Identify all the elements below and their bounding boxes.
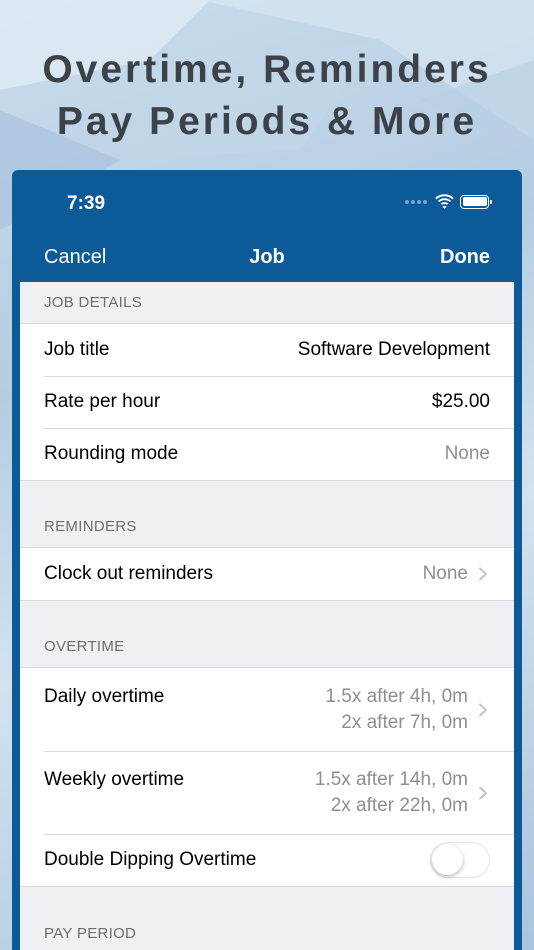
weekly-overtime-line1: 1.5x after 14h, 0m: [314, 769, 468, 790]
job-title-value[interactable]: Software Development: [298, 339, 490, 361]
daily-overtime-line1: 1.5x after 4h, 0m: [325, 686, 468, 707]
job-settings-table[interactable]: JOB DETAILS Job title Software Developme…: [20, 282, 514, 950]
chevron-right-icon: [479, 703, 487, 717]
clock-out-reminders-value: None: [422, 563, 468, 584]
weekly-overtime-label: Weekly overtime: [44, 769, 185, 790]
status-icons: [405, 194, 492, 209]
clock-out-reminders-label: Clock out reminders: [44, 563, 213, 584]
rate-per-hour-row[interactable]: Rate per hour $25.00: [20, 376, 514, 428]
signal-icon: [405, 199, 427, 204]
rounding-mode-label: Rounding mode: [44, 443, 179, 464]
toggle-knob: [432, 844, 463, 875]
navigation-bar: Cancel Job Done: [12, 238, 522, 282]
clock-out-reminders-accessory: None: [423, 563, 490, 585]
phone-screen: 7:39 Cancel Job Done JOB DETAILS Job tit…: [12, 170, 522, 950]
clock-out-reminders-row[interactable]: Clock out reminders None: [20, 548, 514, 600]
weekly-overtime-row[interactable]: Weekly overtime 1.5x after 14h, 0m 2x af…: [20, 751, 514, 834]
status-time: 7:39: [67, 193, 106, 214]
rate-per-hour-value[interactable]: $25.00: [432, 391, 490, 413]
job-details-group: Job title Software Development Rate per …: [20, 324, 514, 481]
rounding-mode-row[interactable]: Rounding mode None: [20, 428, 514, 480]
cancel-button[interactable]: Cancel: [44, 246, 106, 269]
section-header-overtime: OVERTIME: [20, 626, 514, 668]
daily-overtime-accessory: 1.5x after 4h, 0m 2x after 7h, 0m: [325, 684, 490, 736]
double-dipping-overtime-label: Double Dipping Overtime: [44, 849, 257, 870]
promo-headline-line1: Overtime, Reminders: [42, 48, 492, 91]
daily-overtime-line2: 2x after 7h, 0m: [341, 712, 468, 733]
done-button[interactable]: Done: [440, 246, 490, 269]
weekly-overtime-accessory: 1.5x after 14h, 0m 2x after 22h, 0m: [315, 767, 490, 819]
section-header-pay-period: PAY PERIOD: [44, 924, 137, 942]
promo-headline-line2: Pay Periods & More: [56, 100, 478, 143]
daily-overtime-value: 1.5x after 4h, 0m 2x after 7h, 0m: [325, 684, 468, 736]
reminders-group: Clock out reminders None: [20, 548, 514, 601]
battery-icon: [460, 194, 492, 209]
status-bar: 7:39: [12, 170, 522, 238]
section-header-reminders: REMINDERS: [20, 506, 514, 548]
daily-overtime-label: Daily overtime: [44, 686, 165, 707]
double-dipping-overtime-row: Double Dipping Overtime: [20, 834, 514, 886]
daily-overtime-row[interactable]: Daily overtime 1.5x after 4h, 0m 2x afte…: [20, 668, 514, 751]
weekly-overtime-value: 1.5x after 14h, 0m 2x after 22h, 0m: [315, 767, 468, 819]
promo-headline: Overtime, Reminders Pay Periods & More: [0, 44, 534, 148]
chevron-right-icon: [479, 786, 487, 800]
chevron-right-icon: [479, 567, 487, 581]
wifi-icon: [435, 194, 454, 209]
weekly-overtime-line2: 2x after 22h, 0m: [330, 795, 468, 816]
rate-per-hour-label: Rate per hour: [44, 391, 161, 412]
double-dipping-overtime-toggle[interactable]: [430, 842, 490, 878]
overtime-group: Daily overtime 1.5x after 4h, 0m 2x afte…: [20, 668, 514, 887]
job-title-label: Job title: [44, 339, 110, 360]
job-title-row[interactable]: Job title Software Development: [20, 324, 514, 376]
section-header-job-details: JOB DETAILS: [20, 282, 514, 324]
rounding-mode-value[interactable]: None: [445, 443, 490, 465]
